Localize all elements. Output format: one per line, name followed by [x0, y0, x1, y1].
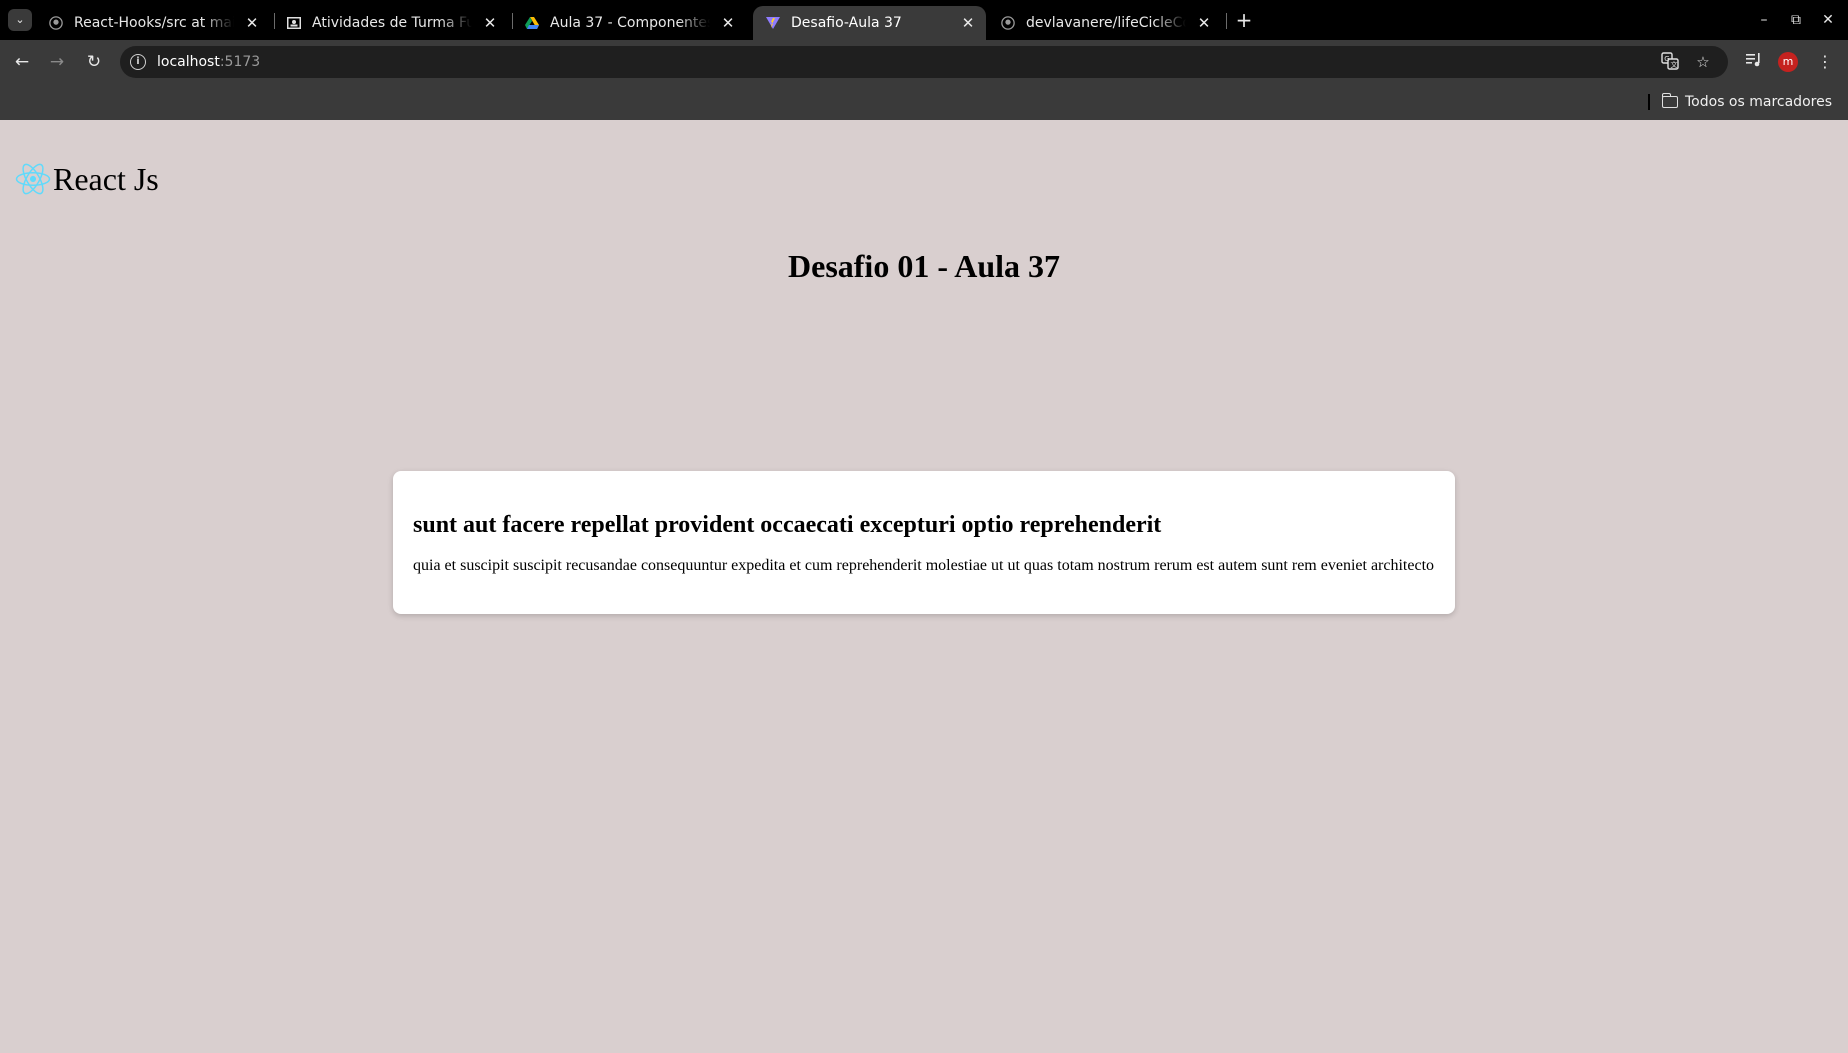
media-controls-icon[interactable] [1742, 50, 1766, 74]
post-title: sunt aut facere repellat provident occae… [413, 512, 1162, 538]
svg-text:G: G [1664, 55, 1669, 63]
svg-text:文: 文 [1671, 60, 1678, 69]
tab-label: Atividades de Turma Full [312, 15, 472, 31]
url-port: :5173 [219, 54, 261, 70]
close-window-button[interactable]: ✕ [1816, 8, 1840, 32]
react-logo-icon [15, 163, 51, 195]
all-bookmarks-label: Todos os marcadores [1685, 94, 1832, 110]
google-drive-icon [524, 15, 540, 31]
arrow-left-icon: ← [14, 52, 30, 72]
close-icon: ✕ [1822, 12, 1834, 28]
plus-icon: + [1235, 8, 1253, 32]
restore-button[interactable]: ⧉ [1784, 8, 1808, 32]
all-bookmarks-button[interactable]: Todos os marcadores [1661, 84, 1832, 120]
arrow-right-icon: → [49, 52, 65, 72]
new-tab-button[interactable]: + [1232, 8, 1256, 32]
reload-icon: ↻ [86, 52, 102, 72]
close-icon[interactable]: ✕ [718, 13, 738, 33]
site-info-icon[interactable]: i [130, 54, 146, 70]
bookmark-star-icon[interactable]: ☆ [1693, 52, 1713, 72]
tab-devlavanere[interactable]: devlavanere/lifeCicleCor ✕ [988, 6, 1222, 40]
tab-desafio-aula-37[interactable]: Desafio-Aula 37 ✕ [753, 6, 986, 40]
restore-icon: ⧉ [1791, 12, 1801, 28]
post-body: quia et suscipit suscipit recusandae con… [413, 557, 1435, 574]
classroom-icon [286, 15, 302, 31]
close-icon[interactable]: ✕ [958, 13, 978, 33]
tab-label: devlavanere/lifeCicleCor [1026, 15, 1186, 31]
browser-toolbar: ← → ↻ i localhost:5173 G文 ☆ m ⋮ [0, 40, 1848, 84]
chevron-down-icon: ⌄ [15, 13, 25, 26]
github-icon [48, 15, 64, 31]
bookmarks-bar: Todos os marcadores [0, 84, 1848, 120]
translate-icon[interactable]: G文 [1660, 52, 1680, 72]
github-icon [1000, 15, 1016, 31]
back-button[interactable]: ← [10, 50, 34, 74]
tab-search-button[interactable]: ⌄ [8, 9, 32, 31]
minimize-icon: – [1760, 12, 1768, 28]
profile-avatar[interactable]: m [1778, 52, 1798, 72]
page-viewport: React Js Desafio 01 - Aula 37 sunt aut f… [0, 120, 1848, 1053]
more-menu-icon[interactable]: ⋮ [1813, 50, 1837, 74]
post-card: sunt aut facere repellat provident occae… [393, 471, 1455, 614]
close-icon[interactable]: ✕ [480, 13, 500, 33]
bookmarks-separator [1648, 94, 1650, 110]
forward-button[interactable]: → [45, 50, 69, 74]
url-host: localhost [157, 54, 220, 70]
brand-text: React Js [53, 161, 159, 197]
page-title: Desafio 01 - Aula 37 [788, 248, 1060, 284]
brand: React Js [15, 158, 159, 200]
folder-icon [1661, 93, 1678, 108]
tab-label: Desafio-Aula 37 [791, 15, 902, 31]
tab-aula-37[interactable]: Aula 37 - Componentes F ✕ [512, 6, 746, 40]
tab-label: React-Hooks/src at main [74, 15, 234, 31]
address-bar[interactable]: i localhost:5173 G文 ☆ [120, 46, 1728, 78]
tab-react-hooks[interactable]: React-Hooks/src at main ✕ [36, 6, 270, 40]
vite-icon [765, 15, 781, 31]
reload-button[interactable]: ↻ [82, 50, 106, 74]
tab-atividades[interactable]: Atividades de Turma Full ✕ [274, 6, 508, 40]
url-text: localhost:5173 [157, 46, 260, 78]
tab-strip: ⌄ React-Hooks/src at main ✕ Atividades d… [0, 0, 1848, 40]
tab-label: Aula 37 - Componentes F [550, 15, 710, 31]
close-icon[interactable]: ✕ [1194, 13, 1214, 33]
close-icon[interactable]: ✕ [242, 13, 262, 33]
tab-separator [1226, 13, 1227, 29]
minimize-button[interactable]: – [1752, 8, 1776, 32]
